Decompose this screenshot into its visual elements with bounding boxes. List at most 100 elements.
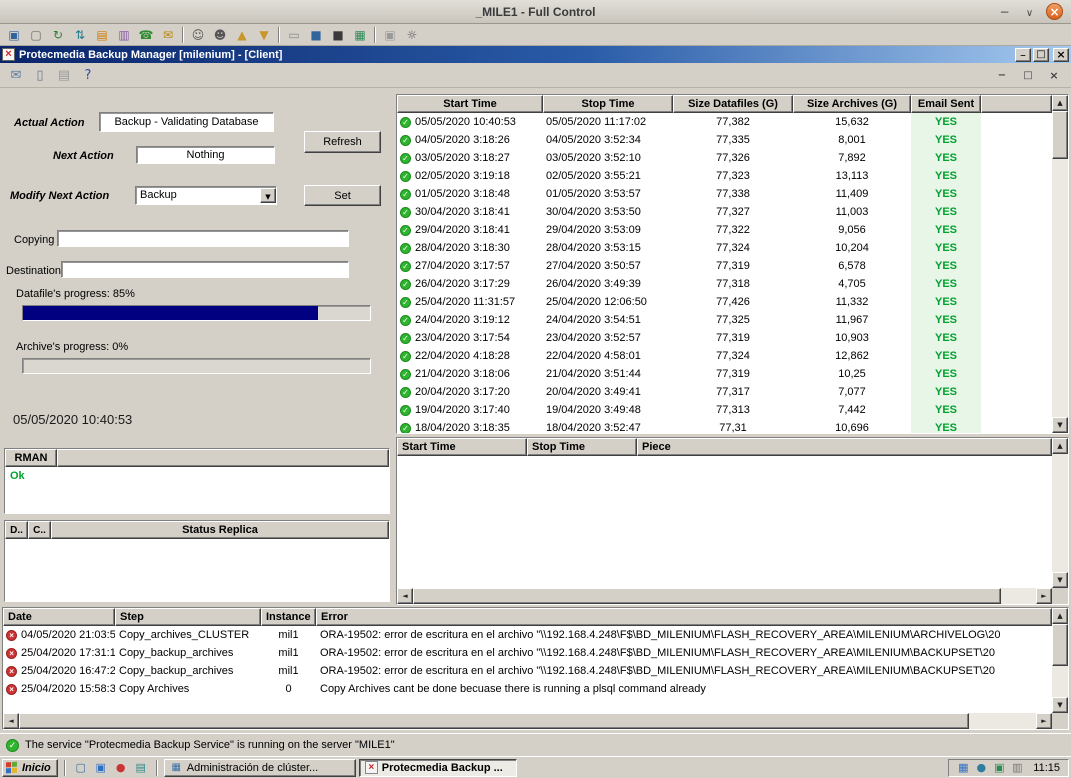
column-step[interactable]: Step bbox=[115, 608, 261, 626]
fullscreen-icon[interactable]: ■ bbox=[306, 26, 326, 44]
quick-launch-show-desktop-icon[interactable]: ▢ bbox=[72, 759, 90, 777]
pieces-vertical-scrollbar[interactable] bbox=[1052, 438, 1068, 588]
error-row[interactable]: 25/04/2020 17:31:10 Copy_backup_archives… bbox=[3, 644, 1052, 662]
mdi-restore-button[interactable] bbox=[1021, 68, 1035, 82]
backups-vertical-scrollbar[interactable] bbox=[1052, 95, 1068, 433]
scroll-left-button[interactable] bbox=[397, 588, 413, 604]
file-download-icon[interactable]: ▼ bbox=[254, 26, 274, 44]
tray-globe-icon[interactable]: ● bbox=[973, 760, 989, 776]
copying-field[interactable] bbox=[57, 230, 349, 247]
shared-session-icon[interactable]: ☻ bbox=[210, 26, 230, 44]
quick-launch-media-player-icon[interactable]: ● bbox=[112, 759, 130, 777]
user-session-icon[interactable]: ☺ bbox=[188, 26, 208, 44]
pieces-horizontal-scrollbar[interactable] bbox=[397, 588, 1052, 604]
scroll-thumb[interactable] bbox=[19, 713, 969, 729]
backup-row[interactable]: 20/04/2020 3:17:20 20/04/2020 3:49:41 77… bbox=[397, 383, 1052, 401]
remote-close-button[interactable] bbox=[1046, 3, 1063, 20]
backup-row[interactable]: 24/04/2020 3:19:12 24/04/2020 3:54:51 77… bbox=[397, 311, 1052, 329]
send-report-icon[interactable]: ✉ bbox=[5, 65, 27, 85]
quick-launch-explorer-icon[interactable]: ▤ bbox=[132, 759, 150, 777]
error-row[interactable]: 04/05/2020 21:03:57 Copy_archives_CLUSTE… bbox=[3, 626, 1052, 644]
settings-icon[interactable]: ☼ bbox=[402, 26, 422, 44]
combo-dropdown-button[interactable] bbox=[260, 188, 276, 203]
column-date[interactable]: Date bbox=[3, 608, 115, 626]
remote-titlebar[interactable]: _MILE1 - Full Control bbox=[0, 0, 1071, 24]
copy-screen-icon[interactable]: ▣ bbox=[380, 26, 400, 44]
column-email-sent[interactable]: Email Sent bbox=[911, 95, 981, 113]
mdi-minimize-button[interactable] bbox=[995, 68, 1009, 82]
file-upload-icon[interactable]: ▲ bbox=[232, 26, 252, 44]
remote-minimize-button[interactable] bbox=[996, 3, 1013, 20]
actual-action-field[interactable]: Backup - Validating Database bbox=[99, 112, 274, 132]
backup-row[interactable]: 30/04/2020 3:18:41 30/04/2020 3:53:50 77… bbox=[397, 203, 1052, 221]
backup-row[interactable]: 19/04/2020 3:17:40 19/04/2020 3:49:48 77… bbox=[397, 401, 1052, 419]
send-custom-keys-icon[interactable]: ▤ bbox=[92, 26, 112, 44]
view-only-icon[interactable]: ■ bbox=[328, 26, 348, 44]
tray-display-icon[interactable]: ▣ bbox=[991, 760, 1007, 776]
scroll-thumb[interactable] bbox=[413, 588, 1001, 604]
column-instance[interactable]: Instance bbox=[261, 608, 316, 626]
modify-next-action-select[interactable]: Backup bbox=[135, 186, 277, 205]
app-icon[interactable] bbox=[2, 48, 15, 61]
print-icon[interactable]: ▤ bbox=[53, 65, 75, 85]
app-close-button[interactable] bbox=[1053, 48, 1069, 62]
backup-row[interactable]: 03/05/2020 3:18:27 03/05/2020 3:52:10 77… bbox=[397, 149, 1052, 167]
scroll-up-button[interactable] bbox=[1052, 95, 1068, 111]
scroll-thumb[interactable] bbox=[1052, 111, 1068, 159]
column-start-time[interactable]: Start Time bbox=[397, 95, 543, 113]
error-row[interactable]: 25/04/2020 16:47:24 Copy_backup_archives… bbox=[3, 662, 1052, 680]
column-size-archives[interactable]: Size Archives (G) bbox=[793, 95, 911, 113]
backup-row[interactable]: 29/04/2020 3:18:41 29/04/2020 3:53:09 77… bbox=[397, 221, 1052, 239]
scroll-down-button[interactable] bbox=[1052, 697, 1068, 713]
destination-field[interactable] bbox=[61, 261, 349, 278]
app-maximize-button[interactable] bbox=[1033, 48, 1049, 62]
scroll-down-button[interactable] bbox=[1052, 417, 1068, 433]
rman-column-header[interactable]: RMAN bbox=[5, 449, 57, 467]
backup-row[interactable]: 25/04/2020 11:31:57 25/04/2020 12:06:50 … bbox=[397, 293, 1052, 311]
column-piece-start-time[interactable]: Start Time bbox=[397, 438, 527, 456]
backup-row[interactable]: 22/04/2020 4:18:28 22/04/2020 4:58:01 77… bbox=[397, 347, 1052, 365]
column-piece[interactable]: Piece bbox=[637, 438, 1052, 456]
app-minimize-button[interactable] bbox=[1015, 48, 1031, 62]
backup-row[interactable]: 05/05/2020 10:40:53 05/05/2020 11:17:02 … bbox=[397, 113, 1052, 131]
backup-row[interactable]: 26/04/2020 3:17:29 26/04/2020 3:49:39 77… bbox=[397, 275, 1052, 293]
delete-icon[interactable]: ▯ bbox=[29, 65, 51, 85]
backup-row[interactable]: 02/05/2020 3:19:18 02/05/2020 3:55:21 77… bbox=[397, 167, 1052, 185]
set-button[interactable]: Set bbox=[304, 185, 381, 206]
replica-column-d[interactable]: D.. bbox=[5, 521, 28, 539]
tray-network-icon[interactable]: ▥ bbox=[1009, 760, 1025, 776]
ctrl-alt-del-icon[interactable]: ⇅ bbox=[70, 26, 90, 44]
replica-column-c[interactable]: C.. bbox=[28, 521, 51, 539]
toggle-inputs-icon[interactable]: ▥ bbox=[114, 26, 134, 44]
scroll-down-button[interactable] bbox=[1052, 572, 1068, 588]
backup-row[interactable]: 04/05/2020 3:18:26 04/05/2020 3:52:34 77… bbox=[397, 131, 1052, 149]
scroll-thumb[interactable] bbox=[1052, 624, 1068, 666]
column-error[interactable]: Error bbox=[316, 608, 1052, 626]
call-host-icon[interactable]: ☎ bbox=[136, 26, 156, 44]
scroll-left-button[interactable] bbox=[3, 713, 19, 729]
column-size-datafiles[interactable]: Size Datafiles (G) bbox=[673, 95, 793, 113]
mdi-close-button[interactable] bbox=[1047, 68, 1061, 82]
scroll-right-button[interactable] bbox=[1036, 713, 1052, 729]
backup-row[interactable]: 21/04/2020 3:18:06 21/04/2020 3:51:44 77… bbox=[397, 365, 1052, 383]
refresh-screen-icon[interactable]: ↻ bbox=[48, 26, 68, 44]
scroll-up-button[interactable] bbox=[1052, 608, 1068, 624]
scroll-up-button[interactable] bbox=[1052, 438, 1068, 454]
next-action-field[interactable]: Nothing bbox=[136, 146, 275, 164]
column-piece-stop-time[interactable]: Stop Time bbox=[527, 438, 637, 456]
errors-vertical-scrollbar[interactable] bbox=[1052, 608, 1068, 713]
scroll-right-button[interactable] bbox=[1036, 588, 1052, 604]
tray-scheduler-icon[interactable]: ▦ bbox=[955, 760, 971, 776]
help-icon[interactable]: ? bbox=[77, 65, 99, 85]
backup-row[interactable]: 18/04/2020 3:18:35 18/04/2020 3:52:47 77… bbox=[397, 419, 1052, 433]
backup-row[interactable]: 23/04/2020 3:17:54 23/04/2020 3:52:57 77… bbox=[397, 329, 1052, 347]
app-titlebar[interactable]: Protecmedia Backup Manager [milenium] - … bbox=[0, 46, 1071, 63]
errors-horizontal-scrollbar[interactable] bbox=[3, 713, 1052, 729]
screenshot-icon[interactable]: ▦ bbox=[350, 26, 370, 44]
backup-row[interactable]: 27/04/2020 3:17:57 27/04/2020 3:50:57 77… bbox=[397, 257, 1052, 275]
column-stop-time[interactable]: Stop Time bbox=[543, 95, 673, 113]
connection-info-icon[interactable]: ▣ bbox=[4, 26, 24, 44]
remote-restore-button[interactable] bbox=[1021, 3, 1038, 20]
refresh-button[interactable]: Refresh bbox=[304, 131, 381, 153]
new-connection-icon[interactable]: ▢ bbox=[26, 26, 46, 44]
